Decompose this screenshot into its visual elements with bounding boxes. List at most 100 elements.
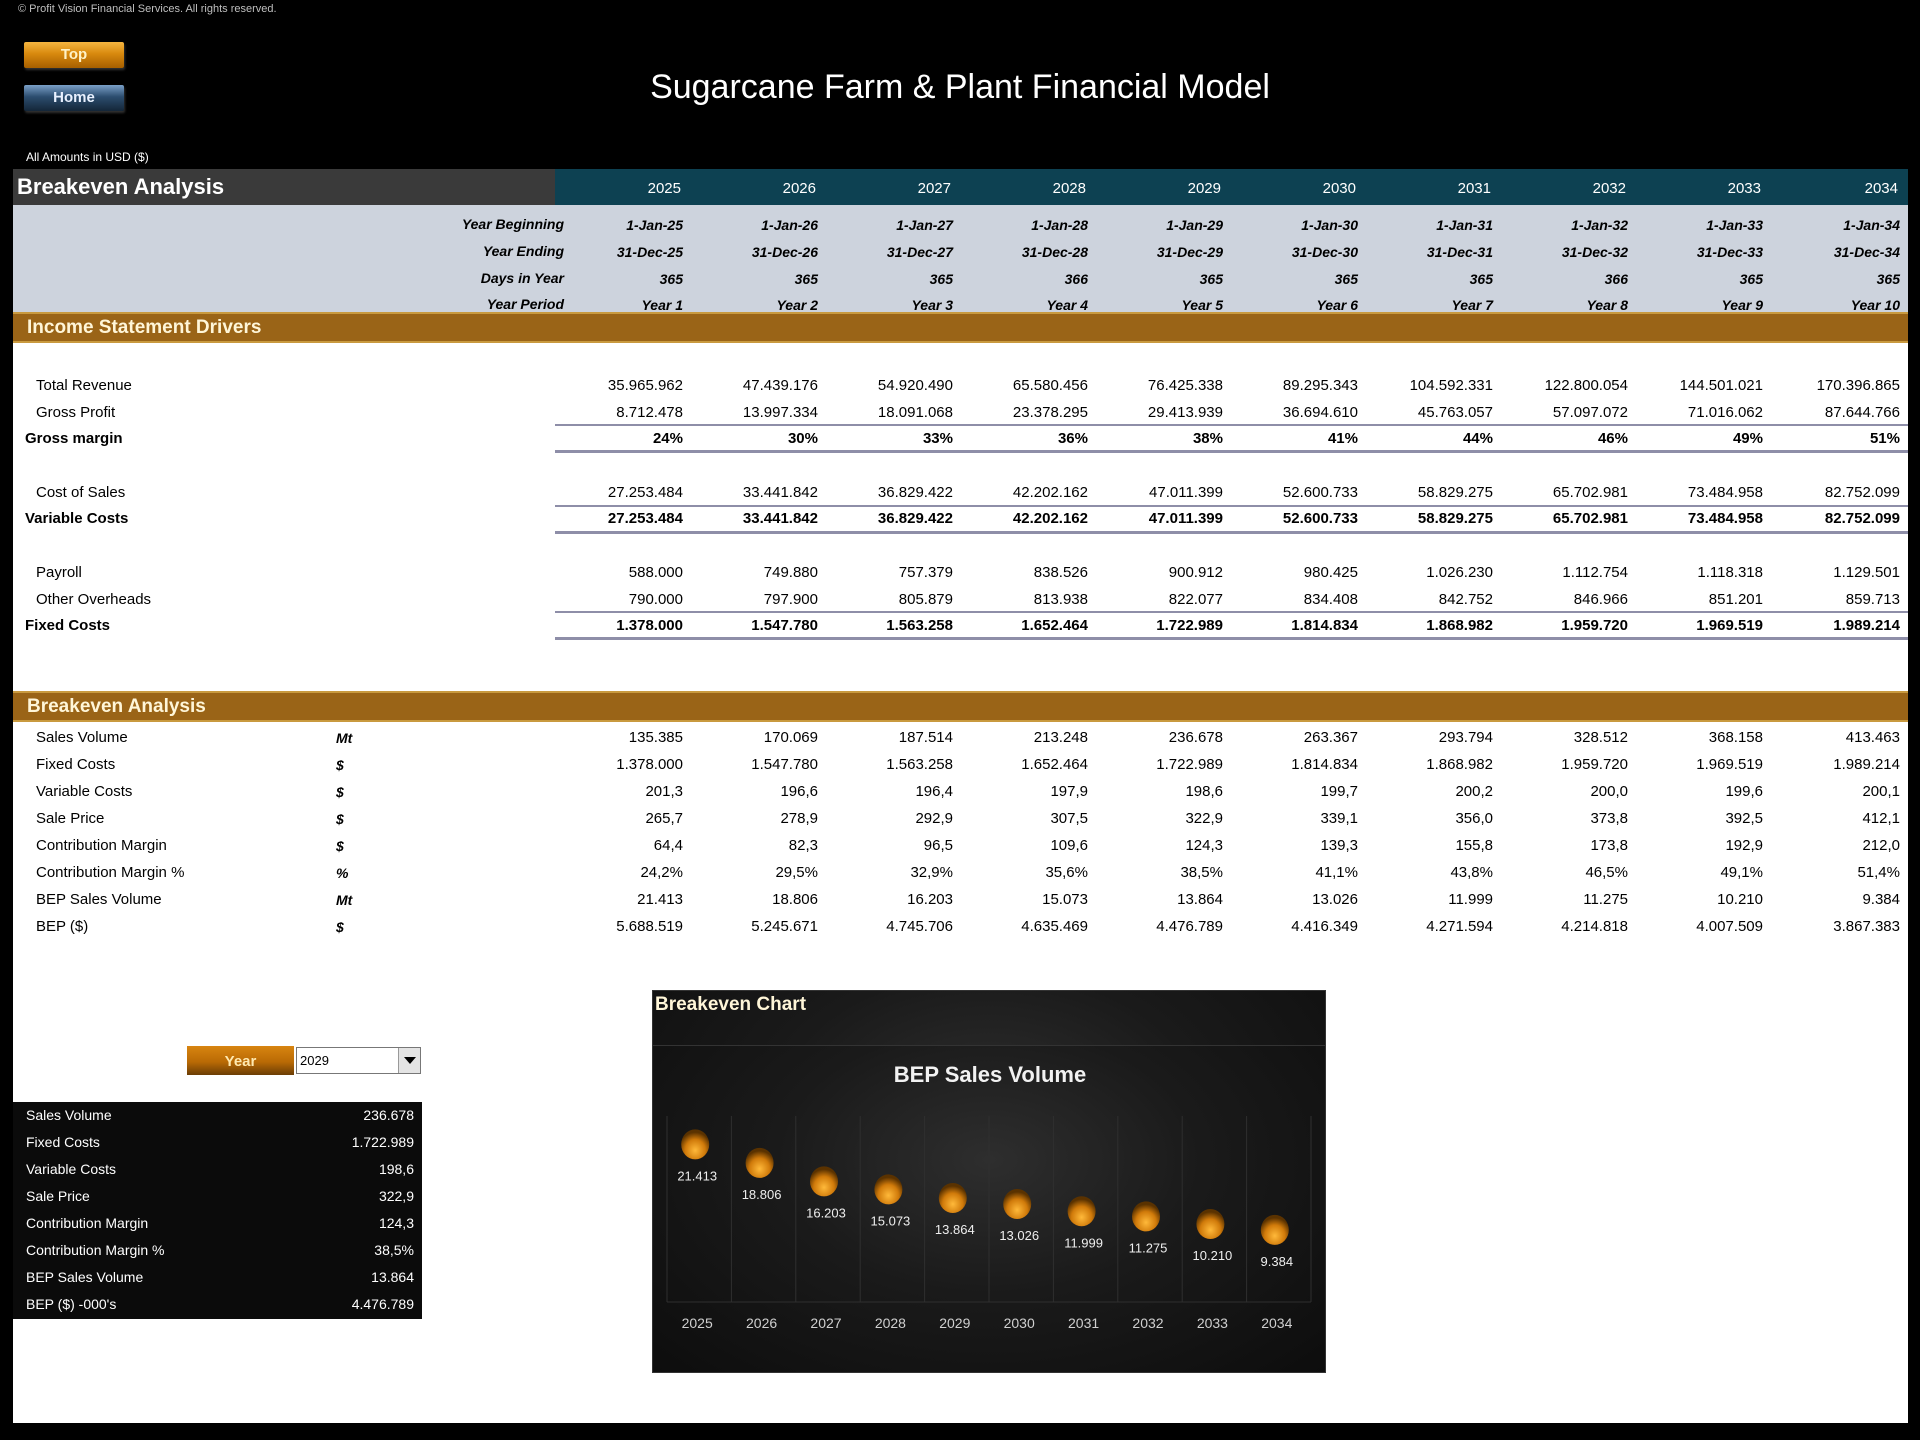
value-cell: 790.000 [628,591,683,608]
value-cell: 18.091.068 [877,404,953,421]
value-cell: 1.378.000 [616,617,683,634]
value-cell: 1.547.780 [751,756,818,773]
value-cell: 1.722.989 [1156,617,1223,634]
value-cell: 192,9 [1725,837,1763,854]
value-cell: 1.868.982 [1426,756,1493,773]
value-cell: 236.678 [1168,729,1223,746]
data-point-2028 [874,1174,903,1205]
meta-value: 365 [1199,271,1223,287]
x-tick-label-2028: 2028 [875,1315,906,1331]
data-point-2025 [681,1129,710,1160]
value-cell: 52.600.733 [1282,484,1358,501]
meta-value: 365 [1739,271,1763,287]
value-cell: 412,1 [1862,810,1900,827]
value-cell: 198,6 [1185,783,1223,800]
data-label-2025: 21.413 [677,1168,717,1183]
summary-value: 13.864 [371,1269,414,1285]
value-cell: 1.969.519 [1696,756,1763,773]
summary-label: BEP ($) -000's [26,1296,117,1312]
value-cell: 4.635.469 [1021,918,1088,935]
value-cell: 1.969.519 [1696,617,1763,634]
row-variable-costs: Variable Costs 27.253.484 33.441.842 36.829… [13,506,1908,532]
value-cell: 3.867.383 [1833,918,1900,935]
meta-row: Days in Year 365 365 365 366 365 365 365 366 365 3… [13,265,1908,291]
meta-value: 31-Dec-28 [1021,244,1088,260]
value-cell: 11.999 [1448,891,1493,908]
value-cell: 197,9 [1050,783,1088,800]
value-cell: 41,1% [1315,864,1358,881]
unit-label: Mt [336,892,353,908]
x-tick-label-2034: 2034 [1261,1315,1292,1331]
meta-value: 365 [659,271,683,287]
chevron-down-icon[interactable] [398,1048,420,1073]
value-cell: 4.007.509 [1696,918,1763,935]
data-point-2031 [1067,1196,1096,1227]
value-cell: 846.966 [1573,591,1628,608]
x-tick-label-2025: 2025 [682,1315,713,1331]
summary-label: Contribution Margin % [26,1242,165,1258]
breakeven-row: Fixed Costs $1.378.000 1.547.780 1.563.258 1… [13,752,1908,778]
value-cell: 1.563.258 [886,756,953,773]
year-dropdown[interactable]: 2029 [296,1047,421,1074]
row-label: Variable Costs [25,510,129,527]
value-cell: 200,0 [1590,783,1628,800]
value-cell: 82.752.099 [1824,484,1900,501]
value-cell: 838.526 [1033,564,1088,581]
value-cell: 49,1% [1720,864,1763,881]
row-label: Contribution Margin % [36,864,185,881]
data-label-2026: 18.806 [742,1187,782,1202]
value-cell: 10.210 [1717,891,1763,908]
breakeven-row: Variable Costs $201,3 196,6 196,4 197,9 198,6… [13,779,1908,805]
value-cell: 104.592.331 [1409,377,1493,394]
row-label: Payroll [36,564,82,581]
meta-row: Year Ending 31-Dec-25 31-Dec-26 31-Dec-27 31… [13,238,1908,264]
meta-value: 1-Jan-28 [1031,217,1088,233]
meta-label: Days in Year [480,270,564,286]
value-cell: 42.202.162 [1012,484,1088,501]
income-drivers-band: Income Statement Drivers [13,312,1908,343]
value-cell: 36.829.422 [877,510,953,527]
value-cell: 51% [1869,430,1900,447]
unit-label: % [336,865,349,881]
value-cell: 36.694.610 [1282,404,1358,421]
value-cell: 1.722.989 [1156,756,1223,773]
row-gross-margin: Gross margin 24% 30% 33% 36% 38% 41% 44% 46% 49% 5… [13,426,1908,452]
value-cell: 76.425.338 [1147,377,1223,394]
year-button[interactable]: Year [187,1046,294,1075]
value-cell: 29,5% [775,864,818,881]
value-cell: 96,5 [923,837,953,854]
top-button[interactable]: Top [24,42,124,68]
value-cell: 27.253.484 [607,484,683,501]
value-cell: 71.016.062 [1687,404,1763,421]
value-cell: 13.864 [1177,891,1223,908]
year-dropdown-value: 2029 [300,1053,329,1068]
value-cell: 13.997.334 [742,404,818,421]
value-cell: 65.702.981 [1552,484,1628,501]
value-cell: 1.378.000 [616,756,683,773]
value-cell: 200,2 [1455,783,1493,800]
year-header: 2025 2026 2027 2028 2029 2030 2031 2032 2033 2034 [555,169,1908,205]
value-cell: 42.202.162 [1012,510,1088,527]
value-cell: 27.253.484 [607,510,683,527]
page-title: Sugarcane Farm & Plant Financial Model [650,68,1270,106]
value-cell: 135.385 [628,729,683,746]
summary-row: Contribution Margin 124,3 [13,1210,422,1237]
value-cell: 65.702.981 [1552,510,1628,527]
row-label: Sale Price [36,810,105,827]
meta-value: 31-Dec-27 [886,244,953,260]
value-cell: 851.201 [1708,591,1763,608]
row-underline [555,611,1908,613]
data-label-2034: 9.384 [1261,1254,1294,1269]
summary-label: Sales Volume [26,1107,112,1123]
value-cell: 170.069 [763,729,818,746]
unit-label: $ [336,838,344,854]
summary-label: BEP Sales Volume [26,1269,144,1285]
x-tick-label-2027: 2027 [810,1315,841,1331]
value-cell: 43,8% [1450,864,1493,881]
value-cell: 29.413.939 [1147,404,1223,421]
value-cell: 293.794 [1438,729,1493,746]
meta-value: 31-Dec-29 [1156,244,1223,260]
data-point-2030 [1003,1188,1032,1219]
summary-row: BEP ($) -000's 4.476.789 [13,1291,422,1318]
value-cell: 187.514 [898,729,953,746]
